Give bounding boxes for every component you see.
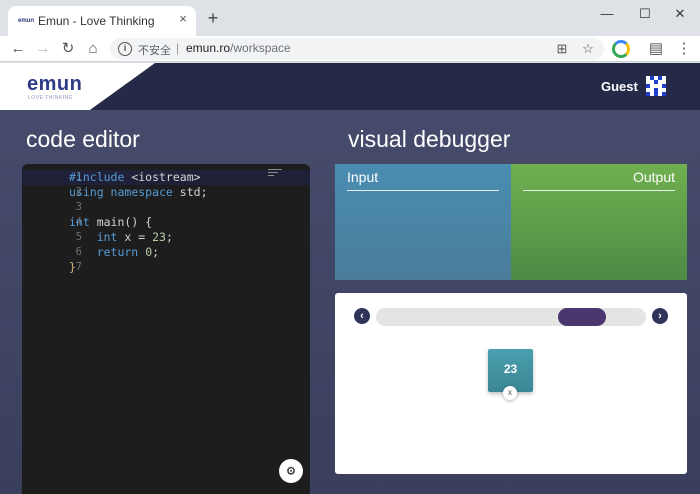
new-tab-button[interactable]: +: [204, 9, 222, 27]
code-line[interactable]: 3: [22, 200, 310, 215]
url-host: emun.ro: [186, 41, 231, 55]
logo-tagline: LOVE THINKING: [28, 95, 74, 101]
code-line[interactable]: 4 int main() {: [22, 215, 310, 230]
gear-icon[interactable]: ⚙: [279, 459, 303, 483]
io-panel: Input Output: [335, 164, 687, 280]
info-icon[interactable]: i: [118, 42, 132, 56]
browser-toolbar: ← → ↻ ⌂ i 不安全 | emun.ro/workspace ⊞ ☆ ▤ …: [0, 36, 700, 62]
reload-icon[interactable]: ↻: [58, 39, 78, 59]
code-line[interactable]: 7 }: [22, 260, 310, 275]
close-window-button[interactable]: ✕: [665, 4, 695, 24]
extension-icon[interactable]: [612, 40, 630, 58]
line-number: 7: [75, 261, 82, 273]
output-label: Output: [632, 169, 675, 185]
tab-title: Emun - Love Thinking: [38, 14, 155, 28]
url-path: /workspace: [230, 41, 291, 55]
back-arrow-icon[interactable]: ←: [8, 39, 28, 59]
memory-panel: ‹ › 23 x: [335, 293, 687, 474]
step-slider[interactable]: [376, 308, 646, 326]
home-icon[interactable]: ⌂: [83, 39, 103, 59]
url-separator: |: [176, 41, 180, 55]
extension-menu-icon[interactable]: ▤: [646, 39, 666, 59]
address-bar[interactable]: i 不安全 | emun.ro/workspace ⊞ ☆: [110, 38, 604, 60]
workspace: code editor visual debugger 1 #include <…: [0, 110, 700, 494]
code-editor-title: code editor: [26, 126, 140, 152]
code-text: using namespace std;: [69, 185, 208, 199]
step-back-icon[interactable]: ‹: [354, 308, 370, 324]
user-name[interactable]: Guest: [601, 79, 638, 94]
translate-icon[interactable]: ⊞: [554, 41, 570, 57]
visual-debugger-title: visual debugger: [348, 126, 511, 152]
code-line[interactable]: 5 int x = 23;: [22, 230, 310, 245]
step-forward-icon[interactable]: ›: [652, 308, 668, 324]
step-slider-thumb[interactable]: [558, 308, 606, 326]
logo-container[interactable]: emun LOVE THINKING: [0, 63, 155, 110]
url-text[interactable]: emun.ro/workspace: [186, 41, 291, 55]
bookmark-star-icon[interactable]: ☆: [580, 41, 596, 57]
app-header: emun LOVE THINKING Guest: [0, 63, 700, 110]
input-panel[interactable]: Input: [335, 164, 511, 280]
code-text: #include <iostream>: [69, 170, 201, 184]
minimap[interactable]: [268, 169, 286, 179]
code-line[interactable]: 6 return 0;: [22, 245, 310, 260]
output-panel[interactable]: Output: [511, 164, 687, 280]
security-label: 不安全: [138, 45, 171, 57]
variable-name: x: [503, 386, 517, 400]
browser-tab[interactable]: emun Emun - Love Thinking ×: [8, 6, 196, 36]
variable-value: 23: [503, 362, 518, 376]
tab-close-icon[interactable]: ×: [176, 12, 190, 26]
code-text: return 0;: [69, 245, 160, 259]
input-label: Input: [347, 169, 379, 185]
code-editor[interactable]: 1 #include <iostream> 2 using namespace …: [22, 164, 310, 494]
code-line[interactable]: 1 #include <iostream>: [22, 170, 310, 185]
code-text: }: [69, 260, 76, 274]
line-number: 3: [75, 201, 82, 213]
code-text: int main() {: [69, 215, 153, 229]
maximize-button[interactable]: ☐: [630, 4, 660, 24]
code-line[interactable]: 2 using namespace std;: [22, 185, 310, 200]
output-underline: [523, 190, 675, 191]
input-underline: [347, 190, 499, 191]
code-text: int x = 23;: [69, 230, 173, 244]
browser-tab-strip: emun Emun - Love Thinking × + — ☐ ✕: [0, 0, 700, 36]
logo: emun: [27, 73, 83, 95]
favicon-icon: emun: [18, 18, 35, 24]
forward-arrow-icon[interactable]: →: [33, 39, 53, 59]
minimize-button[interactable]: —: [592, 4, 622, 24]
avatar[interactable]: [646, 76, 666, 96]
browser-menu-icon[interactable]: ⋮: [674, 39, 694, 59]
